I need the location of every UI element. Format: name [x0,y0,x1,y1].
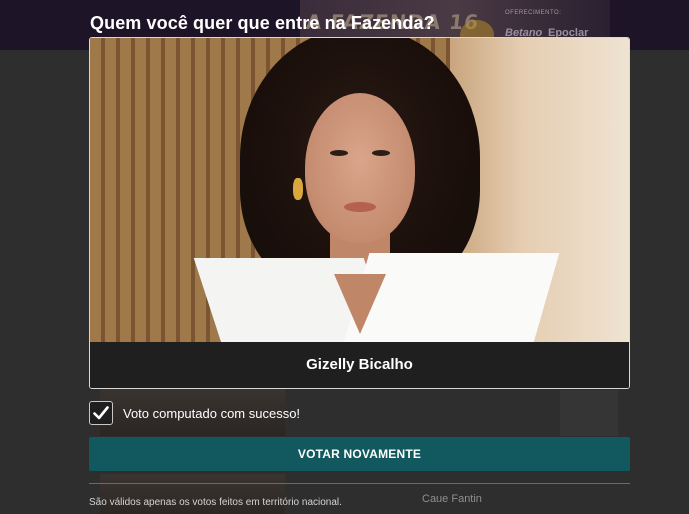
candidate-photo [90,38,629,342]
success-message: Voto computado com sucesso! [89,401,300,425]
check-icon [89,401,113,425]
background-candidate-thumb [100,474,285,514]
photo-eye-right [372,150,390,156]
validity-note: São válidos apenas os votos feitos em te… [89,497,342,508]
photo-eye-left [330,150,348,156]
candidate-name: Gizelly Bicalho [90,342,629,388]
photo-neckline [334,274,386,334]
background-panel [560,390,618,436]
sponsor-label: OFERECIMENTO: [505,10,562,16]
photo-lips [344,202,376,212]
vote-again-button[interactable]: VOTAR NOVAMENTE [89,437,630,471]
divider [89,483,630,484]
candidate-card: Gizelly Bicalho [89,37,630,389]
photo-face [305,93,415,243]
modal-title: Quem você quer que entre na Fazenda? [90,13,435,34]
photo-earring [293,178,303,200]
success-text: Voto computado com sucesso! [123,405,301,421]
background-candidate-name: Caue Fantin [422,493,482,505]
